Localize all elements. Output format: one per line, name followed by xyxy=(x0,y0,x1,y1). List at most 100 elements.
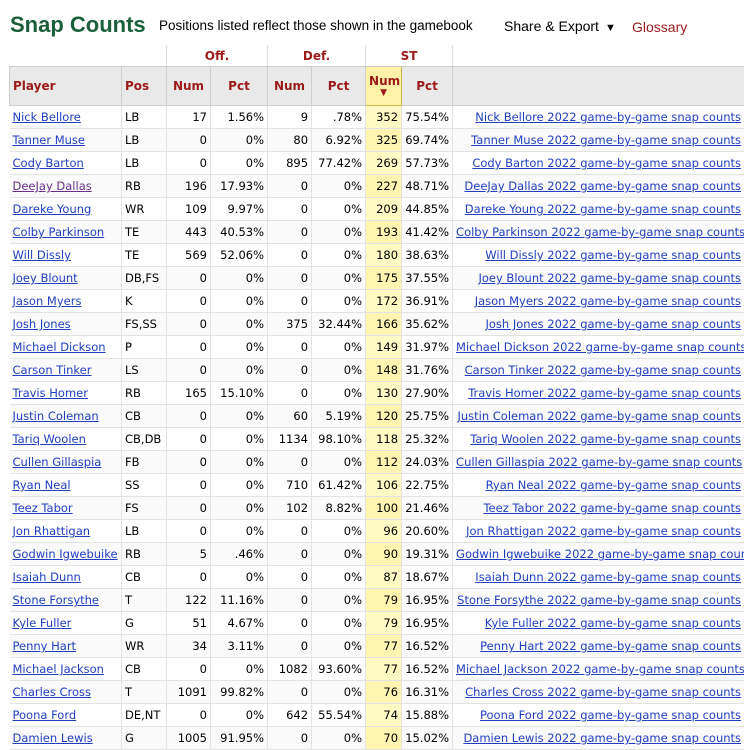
game-log-link[interactable]: Jason Myers 2022 game-by-game snap count… xyxy=(475,294,741,308)
player-link[interactable]: Michael Jackson xyxy=(13,662,104,676)
game-log-link[interactable]: Michael Dickson 2022 game-by-game snap c… xyxy=(456,340,744,354)
game-log-link[interactable]: Isaiah Dunn 2022 game-by-game snap count… xyxy=(475,570,741,584)
game-log-link[interactable]: Justin Coleman 2022 game-by-game snap co… xyxy=(457,409,741,423)
player-cell: Charles Cross xyxy=(10,681,122,704)
def-pct-cell: .78% xyxy=(312,106,366,129)
player-link[interactable]: Charles Cross xyxy=(13,685,92,699)
game-log-link[interactable]: Tanner Muse 2022 game-by-game snap count… xyxy=(471,133,741,147)
col-off-pct[interactable]: Pct xyxy=(211,67,268,106)
game-log-cell: Teez Tabor 2022 game-by-game snap counts xyxy=(453,497,744,520)
col-off-num[interactable]: Num xyxy=(167,67,211,106)
game-log-link[interactable]: DeeJay Dallas 2022 game-by-game snap cou… xyxy=(464,179,741,193)
game-log-link[interactable]: Poona Ford 2022 game-by-game snap counts xyxy=(480,708,741,722)
player-link[interactable]: DeeJay Dallas xyxy=(13,179,92,193)
player-cell: Travis Homer xyxy=(10,382,122,405)
player-link[interactable]: Kyle Fuller xyxy=(13,616,72,630)
pos-cell: FB xyxy=(122,451,167,474)
player-link[interactable]: Will Dissly xyxy=(13,248,71,262)
player-link[interactable]: Damien Lewis xyxy=(13,731,93,745)
off-num-cell: 0 xyxy=(167,474,211,497)
table-row: Carson TinkerLS00%00%14831.76%Carson Tin… xyxy=(10,359,744,382)
def-num-cell: 375 xyxy=(268,313,312,336)
player-link[interactable]: Justin Coleman xyxy=(13,409,99,423)
player-link[interactable]: Cody Barton xyxy=(13,156,84,170)
player-link[interactable]: Jason Myers xyxy=(13,294,82,308)
game-log-link[interactable]: Ryan Neal 2022 game-by-game snap counts xyxy=(486,478,741,492)
pos-cell: FS xyxy=(122,497,167,520)
player-link[interactable]: Penny Hart xyxy=(13,639,77,653)
game-log-link[interactable]: Cody Barton 2022 game-by-game snap count… xyxy=(472,156,741,170)
player-link[interactable]: Poona Ford xyxy=(13,708,77,722)
player-link[interactable]: Tariq Woolen xyxy=(13,432,86,446)
game-log-link[interactable]: Travis Homer 2022 game-by-game snap coun… xyxy=(468,386,741,400)
col-def-num[interactable]: Num xyxy=(268,67,312,106)
pos-cell: DE,NT xyxy=(122,704,167,727)
st-num-cell: 149 xyxy=(366,336,402,359)
game-log-link[interactable]: Kyle Fuller 2022 game-by-game snap count… xyxy=(485,616,741,630)
game-log-link[interactable]: Nick Bellore 2022 game-by-game snap coun… xyxy=(475,110,741,124)
player-cell: Ryan Neal xyxy=(10,474,122,497)
off-pct-cell: 0% xyxy=(211,658,268,681)
game-log-link[interactable]: Tariq Woolen 2022 game-by-game snap coun… xyxy=(470,432,741,446)
off-pct-cell: 0% xyxy=(211,267,268,290)
game-log-link[interactable]: Jon Rhattigan 2022 game-by-game snap cou… xyxy=(466,524,741,538)
game-log-link[interactable]: Charles Cross 2022 game-by-game snap cou… xyxy=(465,685,741,699)
col-st-pct[interactable]: Pct xyxy=(402,67,453,106)
def-pct-cell: 55.54% xyxy=(312,704,366,727)
player-link[interactable]: Joey Blount xyxy=(13,271,78,285)
pos-cell: RB xyxy=(122,382,167,405)
game-log-link[interactable]: Josh Jones 2022 game-by-game snap counts xyxy=(485,317,741,331)
player-link[interactable]: Travis Homer xyxy=(13,386,88,400)
player-link[interactable]: Teez Tabor xyxy=(13,501,73,515)
game-log-link[interactable]: Godwin Igwebuike 2022 game-by-game snap … xyxy=(456,547,744,561)
game-log-link[interactable]: Dareke Young 2022 game-by-game snap coun… xyxy=(465,202,741,216)
game-log-link[interactable]: Damien Lewis 2022 game-by-game snap coun… xyxy=(463,731,741,745)
player-link[interactable]: Michael Dickson xyxy=(13,340,106,354)
player-link[interactable]: Tanner Muse xyxy=(13,133,85,147)
def-num-cell: 0 xyxy=(268,198,312,221)
table-row: Dareke YoungWR1099.97%00%20944.85%Dareke… xyxy=(10,198,744,221)
player-link[interactable]: Isaiah Dunn xyxy=(13,570,81,584)
def-num-cell: 0 xyxy=(268,267,312,290)
page-subtitle: Positions listed reflect those shown in … xyxy=(159,18,473,33)
game-log-link[interactable]: Teez Tabor 2022 game-by-game snap counts xyxy=(483,501,741,515)
player-link[interactable]: Carson Tinker xyxy=(13,363,92,377)
player-link[interactable]: Nick Bellore xyxy=(13,110,81,124)
player-link[interactable]: Godwin Igwebuike xyxy=(13,547,118,561)
st-pct-cell: 24.03% xyxy=(402,451,453,474)
st-num-cell: 120 xyxy=(366,405,402,428)
game-log-link[interactable]: Penny Hart 2022 game-by-game snap counts xyxy=(480,639,741,653)
st-num-cell: 118 xyxy=(366,428,402,451)
off-num-cell: 17 xyxy=(167,106,211,129)
player-link[interactable]: Ryan Neal xyxy=(13,478,71,492)
col-pos[interactable]: Pos xyxy=(122,67,167,106)
def-pct-cell: 0% xyxy=(312,359,366,382)
share-export-menu[interactable]: Share & Export▼ xyxy=(504,18,616,34)
table-row: Tariq WoolenCB,DB00%113498.10%11825.32%T… xyxy=(10,428,744,451)
col-def-pct[interactable]: Pct xyxy=(312,67,366,106)
player-link[interactable]: Stone Forsythe xyxy=(13,593,100,607)
game-log-link[interactable]: Michael Jackson 2022 game-by-game snap c… xyxy=(456,662,744,676)
page-header: Snap Counts Positions listed reflect tho… xyxy=(0,0,744,50)
player-cell: Tanner Muse xyxy=(10,129,122,152)
st-num-cell: 193 xyxy=(366,221,402,244)
game-log-link[interactable]: Carson Tinker 2022 game-by-game snap cou… xyxy=(465,363,741,377)
game-log-link[interactable]: Will Dissly 2022 game-by-game snap count… xyxy=(485,248,741,262)
player-link[interactable]: Josh Jones xyxy=(13,317,71,331)
game-log-link[interactable]: Cullen Gillaspia 2022 game-by-game snap … xyxy=(456,455,742,469)
st-num-cell: 87 xyxy=(366,566,402,589)
off-pct-cell: 52.06% xyxy=(211,244,268,267)
st-pct-cell: 15.02% xyxy=(402,727,453,750)
player-link[interactable]: Colby Parkinson xyxy=(13,225,105,239)
pos-cell: LB xyxy=(122,106,167,129)
player-link[interactable]: Dareke Young xyxy=(13,202,92,216)
col-st-num-sorted[interactable]: Num▼ xyxy=(366,67,402,106)
game-log-link[interactable]: Colby Parkinson 2022 game-by-game snap c… xyxy=(456,225,744,239)
game-log-link[interactable]: Joey Blount 2022 game-by-game snap count… xyxy=(478,271,741,285)
off-pct-cell: 99.82% xyxy=(211,681,268,704)
col-player[interactable]: Player xyxy=(10,67,122,106)
glossary-link[interactable]: Glossary xyxy=(632,19,687,35)
game-log-link[interactable]: Stone Forsythe 2022 game-by-game snap co… xyxy=(457,593,741,607)
player-link[interactable]: Jon Rhattigan xyxy=(13,524,91,538)
player-link[interactable]: Cullen Gillaspia xyxy=(13,455,102,469)
